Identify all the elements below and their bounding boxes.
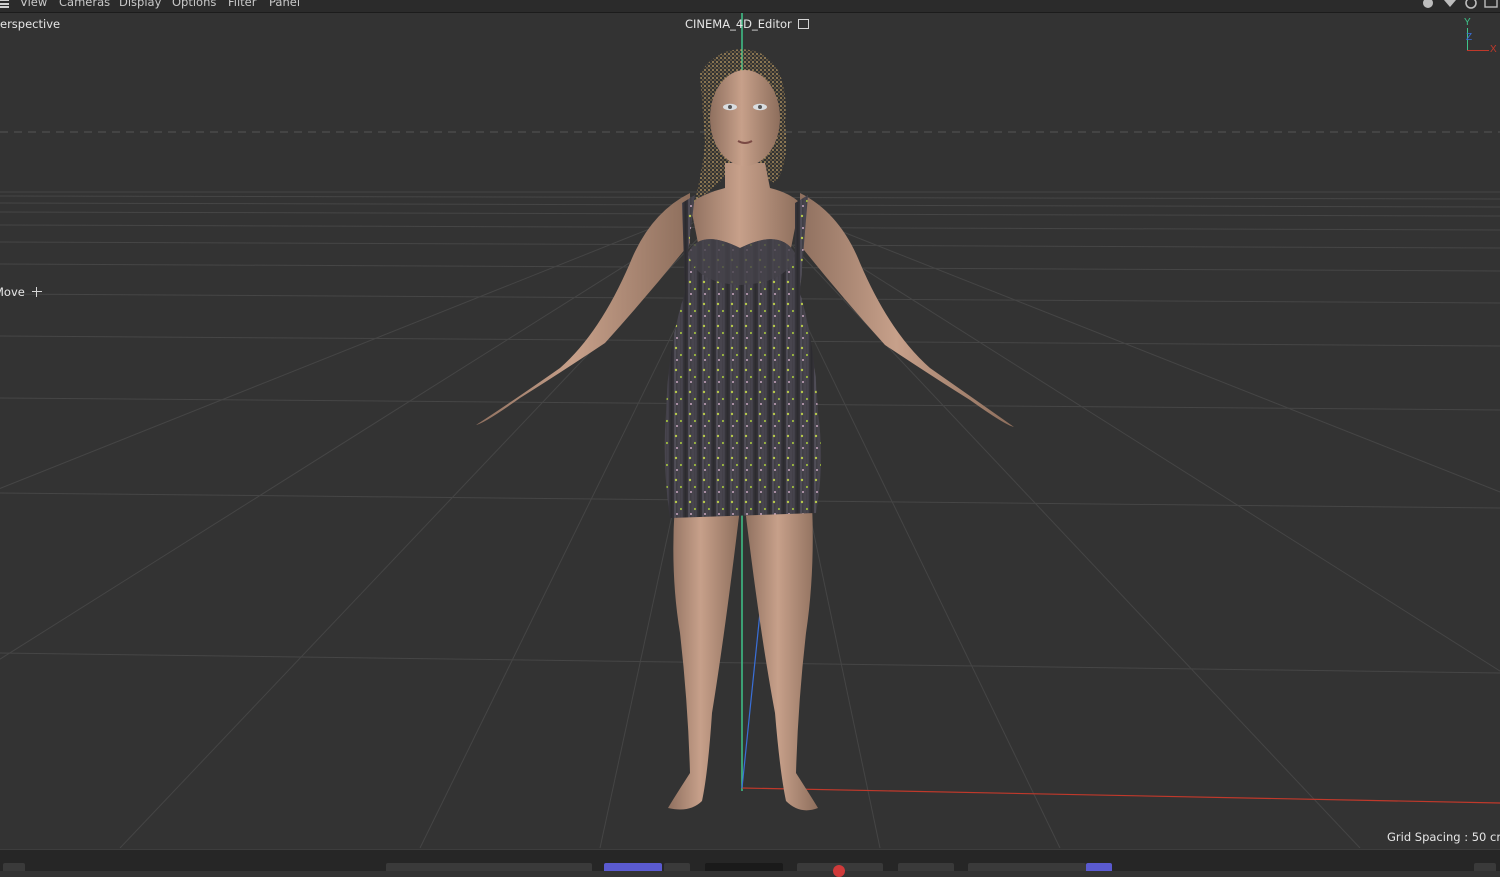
axis-gizmo-y-label: Y xyxy=(1464,17,1471,28)
camera-mode-label[interactable]: erspective xyxy=(0,17,60,31)
move-cross-icon xyxy=(31,287,42,297)
viewport-nav-icons xyxy=(1423,0,1498,9)
menu-icon[interactable] xyxy=(0,0,9,8)
zoom-icon[interactable] xyxy=(1444,0,1456,7)
axis-gizmo-z-label: Z xyxy=(1466,32,1473,43)
axis-gizmo: Y Z X xyxy=(1460,17,1500,59)
axis-gizmo-x-label: X xyxy=(1490,44,1497,55)
menu-panel[interactable]: Panel xyxy=(269,0,300,9)
maximize-icon[interactable] xyxy=(1484,0,1498,8)
pan-icon[interactable] xyxy=(1423,0,1433,8)
camera-name-label[interactable]: CINEMA_4D_Editor xyxy=(685,17,810,31)
rotate-icon[interactable] xyxy=(1465,0,1477,9)
viewport-scene xyxy=(0,13,1500,848)
camera-icon[interactable] xyxy=(798,19,810,29)
record-icon[interactable] xyxy=(833,865,845,877)
menu-filter[interactable]: Filter xyxy=(228,0,256,9)
x-axis-line xyxy=(741,787,1500,804)
timeline-toolbar xyxy=(0,849,1500,877)
menu-display[interactable]: Display xyxy=(119,0,161,9)
menu-cameras[interactable]: Cameras xyxy=(59,0,110,9)
character-model[interactable] xyxy=(476,49,1014,811)
menu-options[interactable]: Options xyxy=(172,0,216,9)
grid-spacing-label: Grid Spacing : 50 cm xyxy=(1387,830,1500,844)
perspective-viewport[interactable]: erspective CINEMA_4D_Editor Move Grid Sp… xyxy=(0,13,1500,848)
camera-name-text: CINEMA_4D_Editor xyxy=(685,17,792,31)
axis-gizmo-x-line xyxy=(1467,50,1489,51)
viewport-menubar: View Cameras Display Options Filter Pane… xyxy=(0,0,1500,13)
active-tool-label: Move xyxy=(0,285,42,299)
tool-name: Move xyxy=(0,285,25,299)
menu-view[interactable]: View xyxy=(20,0,47,9)
z-axis-line xyxy=(741,592,763,789)
